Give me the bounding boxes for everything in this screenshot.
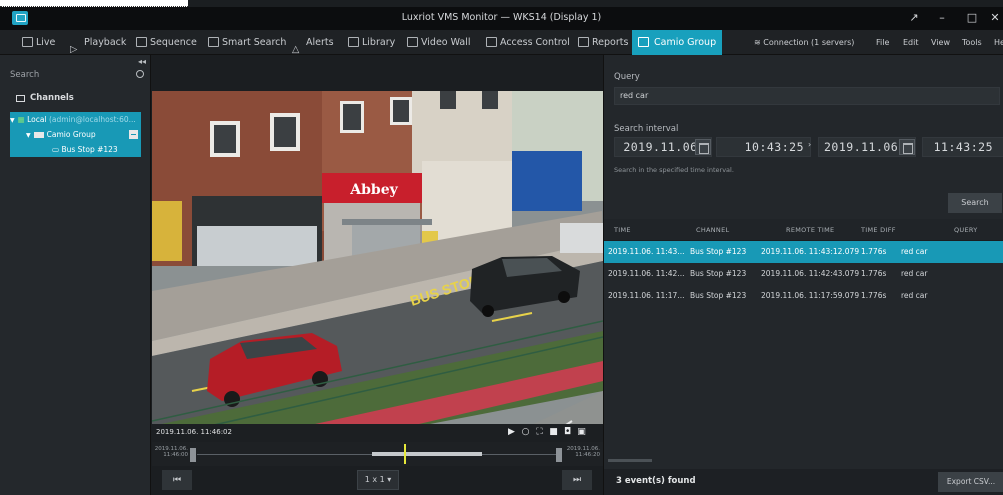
channel-search-input[interactable]: Search bbox=[10, 67, 147, 83]
menu-help[interactable]: Help bbox=[994, 30, 1003, 55]
search-interval-label: Search interval bbox=[614, 124, 679, 134]
layout-selector[interactable]: 1 x 1 ▾ bbox=[357, 470, 399, 490]
menu-video-wall[interactable]: Video Wall bbox=[405, 30, 471, 55]
tree-item-local[interactable]: ▼ ▦ Local (admin@localhost:60... bbox=[10, 112, 141, 127]
maximize-button[interactable]: □ bbox=[962, 10, 982, 26]
menu-reports[interactable]: Reports bbox=[576, 30, 628, 55]
interval-hint: Search in the specified time interval. bbox=[614, 166, 734, 174]
close-button[interactable]: ✕ bbox=[985, 10, 1003, 26]
menu-library[interactable]: Library bbox=[346, 30, 395, 55]
smart-search-panel: Query red car Search interval 2019.11.06… bbox=[603, 55, 1003, 495]
menu-tools[interactable]: Tools bbox=[962, 30, 982, 55]
menu-file[interactable]: File bbox=[876, 30, 889, 55]
record-circle-icon[interactable]: ○ bbox=[521, 428, 530, 437]
timeline-start-label: 2019.11.06. 11:46:00 bbox=[154, 446, 188, 458]
column-query[interactable]: QUERY bbox=[954, 226, 978, 234]
table-row[interactable]: 2019.11.06. 11:17... Bus Stop #123 2019.… bbox=[604, 285, 1003, 307]
expand-arrow-icon: ▼ bbox=[26, 132, 31, 139]
menu-smart-search[interactable]: Smart Search bbox=[206, 30, 286, 55]
results-scrollbar[interactable] bbox=[608, 459, 652, 462]
menu-live[interactable]: Live bbox=[20, 30, 55, 55]
export-video-icon[interactable]: ▣ bbox=[577, 428, 586, 437]
video-area: Abbey BUS STOP 2019.11.06. 11:46:02 ▶ ○ … bbox=[152, 55, 603, 495]
channels-sidebar: ◂◂ Search Channels ▼ ▦ Local (admin@local… bbox=[0, 55, 151, 495]
results-footer: 3 event(s) found Export CSV... bbox=[604, 469, 1003, 495]
bookmark-icon[interactable]: ■ bbox=[549, 428, 558, 437]
channels-icon bbox=[16, 95, 25, 102]
column-time-diff[interactable]: TIME DIFF bbox=[861, 226, 896, 234]
timeline-selection[interactable] bbox=[372, 452, 482, 456]
abbey-sign-text: Abbey bbox=[349, 182, 398, 198]
column-remote-time[interactable]: REMOTE TIME bbox=[786, 226, 834, 234]
menu-access-control[interactable]: Access Control bbox=[484, 30, 570, 55]
skip-back-button[interactable]: ⏮ bbox=[162, 470, 192, 490]
menu-playback[interactable]: ▷ Playback bbox=[68, 30, 126, 55]
query-label: Query bbox=[614, 72, 640, 82]
timeline-left-handle[interactable] bbox=[190, 448, 196, 462]
snapshot-icon[interactable]: ◘ bbox=[563, 428, 572, 437]
menu-alerts[interactable]: △ Alerts bbox=[290, 30, 334, 55]
from-calendar-icon[interactable] bbox=[695, 139, 711, 155]
restore-pin-icon[interactable]: ↗ bbox=[904, 10, 924, 26]
skip-forward-button[interactable]: ⏭ bbox=[562, 470, 592, 490]
chart-icon bbox=[578, 37, 589, 47]
search-button[interactable]: Search bbox=[948, 193, 1002, 213]
video-feed[interactable]: Abbey BUS STOP bbox=[152, 91, 603, 477]
smart-search-icon bbox=[208, 37, 219, 47]
collapse-group-icon[interactable] bbox=[129, 130, 138, 139]
column-channel[interactable]: CHANNEL bbox=[696, 226, 729, 234]
server-icon: ▦ bbox=[17, 115, 25, 124]
capture-border-top bbox=[0, 0, 188, 7]
expand-arrow-icon: ▼ bbox=[10, 117, 15, 124]
timeline-right-handle[interactable] bbox=[556, 448, 562, 462]
from-time-field[interactable]: 10:43:25 bbox=[716, 137, 811, 157]
results-table-header: TIME CHANNEL REMOTE TIME TIME DIFF QUERY bbox=[604, 219, 1003, 241]
video-status-bar: 2019.11.06. 11:46:02 ▶ ○ ⛶ ■ ◘ ▣ bbox=[152, 424, 603, 442]
tree-item-bus-stop[interactable]: ▭ Bus Stop #123 bbox=[10, 142, 141, 157]
monitor-icon bbox=[22, 37, 33, 47]
bell-icon: △ bbox=[292, 44, 300, 55]
sequence-icon bbox=[136, 37, 147, 47]
query-input[interactable]: red car bbox=[614, 87, 1000, 105]
street-scene-image: Abbey BUS STOP bbox=[152, 91, 603, 477]
to-calendar-icon[interactable] bbox=[899, 139, 915, 155]
to-time-field[interactable]: 11:43:25 bbox=[922, 137, 1003, 157]
search-icon[interactable] bbox=[136, 70, 144, 78]
menu-view[interactable]: View bbox=[931, 30, 950, 55]
door-icon bbox=[486, 37, 497, 47]
table-row[interactable]: 2019.11.06. 11:42... Bus Stop #123 2019.… bbox=[604, 263, 1003, 285]
video-wall-icon bbox=[407, 37, 418, 47]
minimize-button[interactable]: – bbox=[932, 10, 952, 26]
events-found-count: 3 event(s) found bbox=[616, 476, 696, 486]
collapse-sidebar-icon[interactable]: ◂◂ bbox=[138, 57, 146, 66]
channels-header: Channels bbox=[30, 93, 74, 103]
main-menu-bar: Live ▷ Playback Sequence Smart Search △ Al… bbox=[0, 30, 1003, 55]
export-csv-button[interactable]: Export CSV... bbox=[938, 472, 1003, 492]
tree-item-camio-group[interactable]: ▼ Camio Group bbox=[10, 127, 141, 142]
library-icon bbox=[348, 37, 359, 47]
folder-icon bbox=[33, 132, 44, 138]
play-icon[interactable]: ▶ bbox=[507, 428, 516, 437]
menu-edit[interactable]: Edit bbox=[903, 30, 919, 55]
fullscreen-icon[interactable]: ⛶ bbox=[535, 428, 544, 437]
playback-bottom-bar: ⏮ 1 x 1 ▾ ⏭ bbox=[152, 466, 603, 495]
arrow-right-icon: › bbox=[808, 140, 812, 149]
menu-camio-group[interactable]: Camio Group bbox=[632, 30, 723, 55]
video-timestamp: 2019.11.06. 11:46:02 bbox=[156, 428, 232, 436]
menu-sequence[interactable]: Sequence bbox=[134, 30, 197, 55]
table-row[interactable]: 2019.11.06. 11:43... Bus Stop #123 2019.… bbox=[604, 241, 1003, 263]
playhead-marker[interactable] bbox=[404, 444, 406, 464]
camio-icon bbox=[638, 37, 649, 47]
timeline-end-label: 2019.11.06. 11:46:20 bbox=[566, 446, 600, 458]
camera-icon: ▭ bbox=[52, 145, 60, 154]
title-bar: Luxriot VMS Monitor — WKS14 (Display 1) … bbox=[0, 7, 1003, 30]
column-time[interactable]: TIME bbox=[614, 226, 631, 234]
play-icon: ▷ bbox=[70, 44, 78, 55]
window-title: Luxriot VMS Monitor — WKS14 (Display 1) bbox=[401, 12, 602, 23]
connection-status[interactable]: ≋ Connection (1 servers) bbox=[754, 30, 854, 55]
